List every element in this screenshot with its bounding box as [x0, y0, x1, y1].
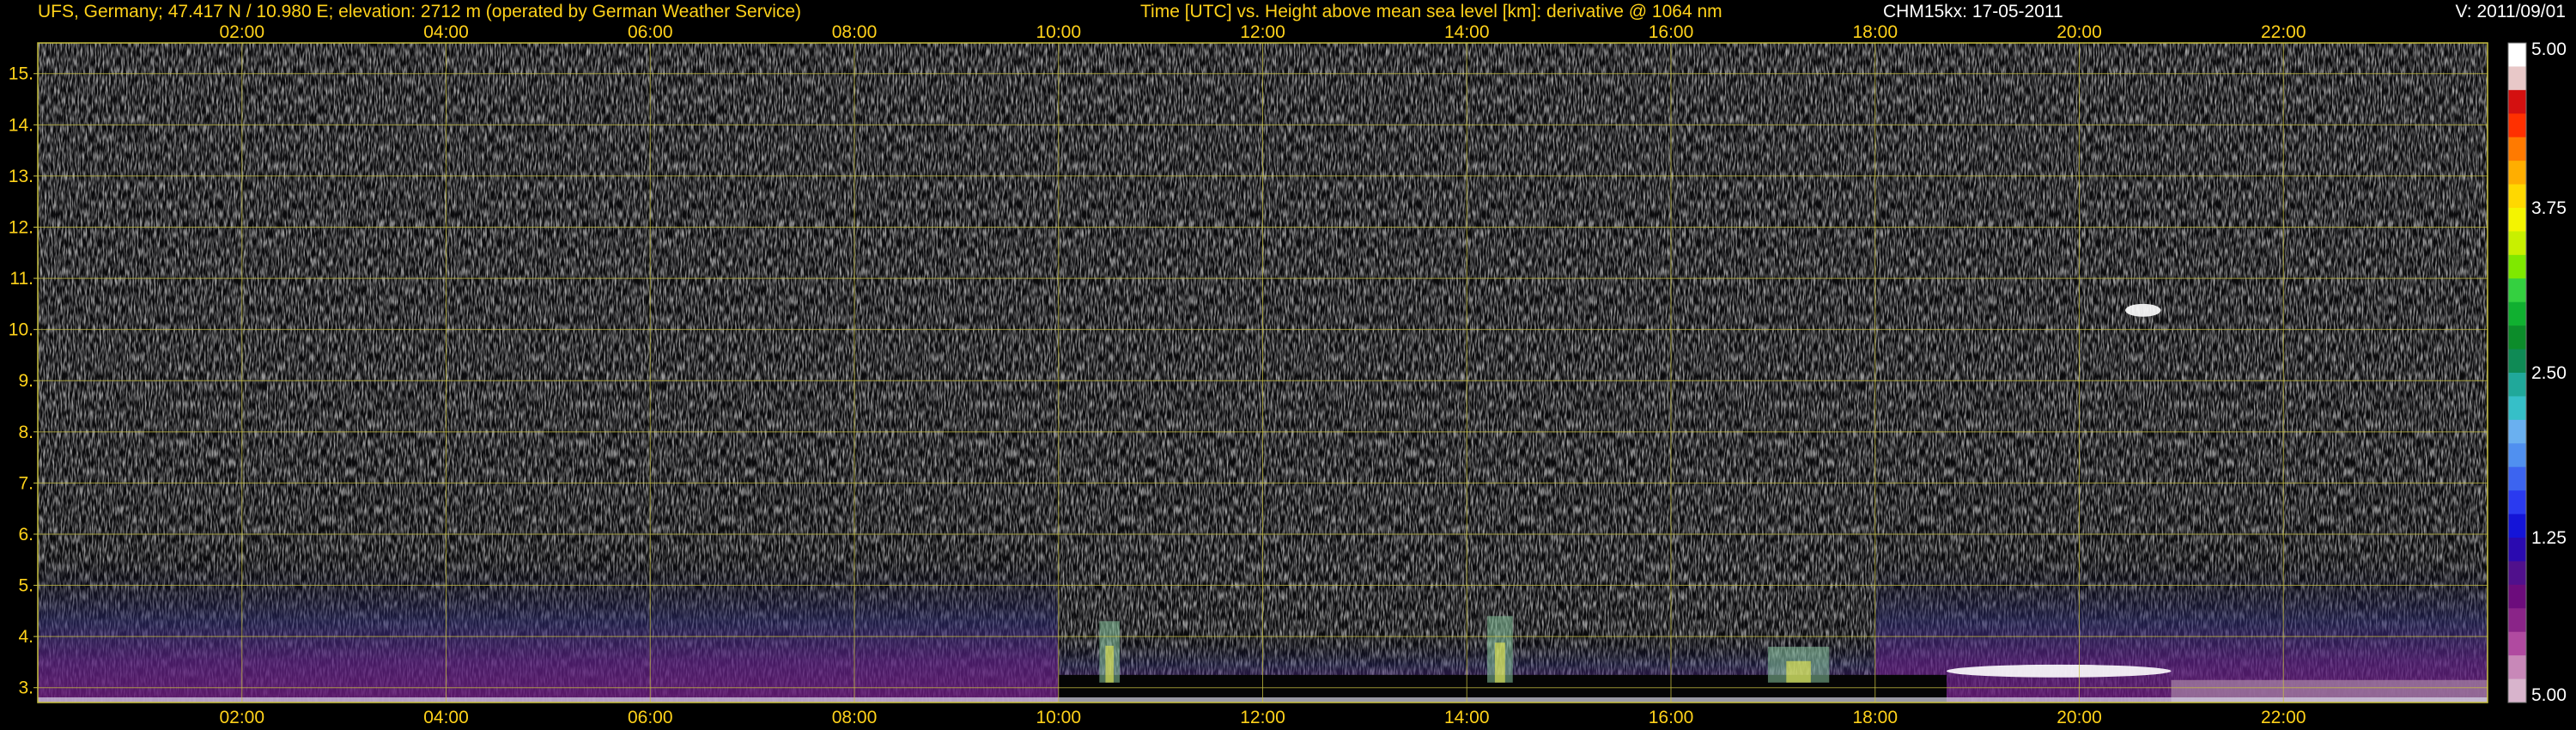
x-tick-label-bottom: 08:00	[832, 708, 878, 727]
y-axis: 3. 4. 5. 6. 7. 8. 9. 10. 11. 12. 13. 14. 15.	[9, 64, 38, 698]
colorbar-segment	[2508, 89, 2526, 114]
colorbar-segment	[2508, 514, 2526, 538]
x-tick-label-top: 20:00	[2057, 22, 2102, 42]
colorbar-segment	[2508, 396, 2526, 421]
y-tick-label: 14.	[9, 115, 33, 135]
x-tick-label-bottom: 06:00	[628, 708, 673, 727]
y-tick-label: 15.	[9, 64, 33, 84]
colorbar-segment	[2508, 137, 2526, 161]
colorbar-segment	[2508, 490, 2526, 515]
x-tick-label-bottom: 14:00	[1444, 708, 1490, 727]
x-tick-label-bottom: 22:00	[2261, 708, 2306, 727]
colorbar-segment	[2508, 419, 2526, 444]
x-tick-label-bottom: 02:00	[219, 708, 264, 727]
x-tick-label-top: 16:00	[1649, 22, 1694, 42]
colorbar-segment	[2508, 254, 2526, 279]
y-tick-label: 11.	[9, 269, 33, 289]
colorbar-label: 2.50	[2531, 363, 2567, 383]
x-tick-label-top: 08:00	[832, 22, 878, 42]
x-tick-label-top: 04:00	[423, 22, 469, 42]
colorbar-segment	[2508, 655, 2526, 680]
x-tick-label-top: 14:00	[1444, 22, 1490, 42]
colorbar-segment	[2508, 608, 2526, 633]
y-tick-label: 3.	[18, 678, 33, 698]
y-tick-label: 13.	[9, 167, 33, 186]
x-tick-label-top: 06:00	[628, 22, 673, 42]
x-tick-label-bottom: 20:00	[2057, 708, 2102, 727]
colorbar-segment	[2508, 631, 2526, 656]
y-tick-label: 8.	[18, 423, 33, 442]
x-tick-label-bottom: 12:00	[1240, 708, 1285, 727]
y-tick-label: 5.	[18, 576, 33, 596]
colorbar-segment	[2508, 113, 2526, 138]
colorbar-segment	[2508, 231, 2526, 256]
colorbar-segment	[2508, 466, 2526, 491]
colorbar-segment	[2508, 373, 2526, 397]
colorbar-segment	[2508, 43, 2526, 67]
bright-column-core	[1105, 645, 1114, 683]
colorbar-segment	[2508, 349, 2526, 374]
x-tick-label-top: 10:00	[1036, 22, 1081, 42]
y-tick-label: 6.	[18, 525, 33, 544]
x-axis-top: 02:00 04:00 06:00 08:00 10:00 12:00 14:00 16:00…	[219, 22, 2306, 42]
colorbar-segment	[2508, 678, 2526, 703]
x-tick-label-bottom: 16:00	[1649, 708, 1694, 727]
colorbar-segment	[2508, 443, 2526, 468]
x-tick-label-bottom: 10:00	[1036, 708, 1081, 727]
colorbar-segment	[2508, 538, 2526, 562]
colorbar-segment	[2508, 584, 2526, 609]
colorbar-segment	[2508, 325, 2526, 350]
ceilometer-chart: 02:00 04:00 06:00 08:00 10:00 12:00 14:00 16:00…	[9, 22, 2567, 727]
colorbar-label: 5.00	[2531, 40, 2567, 59]
colorbar-segment	[2508, 66, 2526, 91]
cloud-patch	[2124, 303, 2161, 317]
colorbar-segment	[2508, 184, 2526, 209]
colorbar-label: 1.25	[2531, 528, 2567, 548]
colorbar-segment	[2508, 561, 2526, 586]
x-tick-label-top: 12:00	[1240, 22, 1285, 42]
x-tick-label-top: 22:00	[2261, 22, 2306, 42]
colorbar-label: 3.75	[2531, 198, 2567, 218]
colorbar-label: 5.00	[2531, 685, 2567, 705]
boundary-layer-right	[1874, 431, 2488, 703]
bright-column-core	[1494, 642, 1505, 683]
y-tick-label: 10.	[9, 320, 33, 340]
y-tick-label: 12.	[9, 217, 33, 237]
colorbar-segment	[2508, 161, 2526, 186]
y-tick-label: 4.	[18, 627, 33, 647]
colorbar-segment	[2508, 208, 2526, 232]
x-tick-label-bottom: 04:00	[423, 708, 469, 727]
x-tick-label-top: 18:00	[1852, 22, 1898, 42]
y-tick-label: 9.	[18, 371, 33, 391]
x-axis-bottom: 02:00 04:00 06:00 08:00 10:00 12:00 14:00 16:00…	[219, 708, 2306, 727]
boundary-layer-left	[38, 431, 1059, 703]
cloud-layer	[1946, 664, 2172, 678]
colorbar-segment	[2508, 278, 2526, 303]
x-tick-label-bottom: 18:00	[1852, 708, 1898, 727]
colorbar: 5.00 3.75 2.50 1.25 5.00	[2507, 40, 2567, 705]
x-tick-label-top: 02:00	[219, 22, 264, 42]
y-tick-label: 7.	[18, 473, 33, 493]
bright-column-core	[1786, 660, 1811, 683]
colorbar-segment	[2508, 301, 2526, 326]
